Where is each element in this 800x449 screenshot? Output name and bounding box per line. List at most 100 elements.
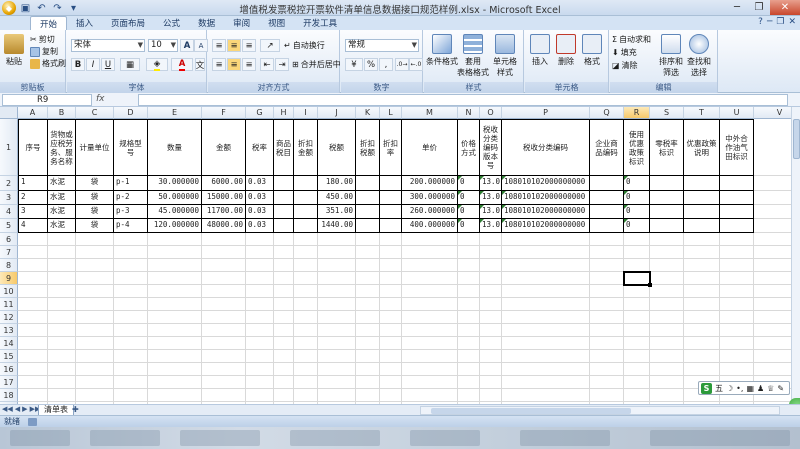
grid-cell[interactable] [114, 259, 148, 272]
column-header[interactable]: M [402, 107, 458, 119]
skin-icon[interactable]: ♕ [767, 384, 774, 393]
data-cell[interactable] [380, 191, 402, 205]
data-cell[interactable] [294, 219, 318, 233]
grid-cell[interactable] [502, 350, 590, 363]
data-cell[interactable]: 108010102000000000 [502, 219, 590, 233]
grid-cell[interactable] [114, 246, 148, 259]
grid-cell[interactable] [246, 324, 274, 337]
grid-cell[interactable] [274, 337, 294, 350]
orientation-button[interactable]: ↗ [260, 39, 280, 52]
grid-cell[interactable] [356, 376, 380, 389]
data-cell[interactable]: 13.0 [480, 205, 502, 219]
data-cell[interactable] [294, 176, 318, 191]
grid-cell[interactable] [590, 272, 624, 285]
data-cell[interactable] [274, 176, 294, 191]
data-cell[interactable]: 2 [18, 191, 48, 205]
italic-button[interactable]: I [86, 58, 100, 71]
grid-cell[interactable] [318, 285, 356, 298]
grid-cell[interactable] [202, 272, 246, 285]
data-cell[interactable]: 水泥 [48, 176, 76, 191]
column-title-cell[interactable]: 税收分类编码 [502, 119, 590, 176]
column-header[interactable]: K [356, 107, 380, 119]
grid-cell[interactable] [502, 337, 590, 350]
grid-cell[interactable] [274, 298, 294, 311]
data-cell[interactable]: 0 [458, 219, 480, 233]
delete-cells-button[interactable]: 删除 [554, 34, 578, 67]
data-cell[interactable]: 13.0 [480, 219, 502, 233]
grid-cell[interactable] [402, 376, 458, 389]
grid-cell[interactable] [246, 350, 274, 363]
column-title-cell[interactable]: 货物或应税劳务、服务名称 [48, 119, 76, 176]
grid-cell[interactable] [624, 337, 650, 350]
grid-cell[interactable] [274, 285, 294, 298]
grid-cell[interactable] [202, 350, 246, 363]
data-cell[interactable]: 0 [624, 191, 650, 205]
grid-cell[interactable] [754, 119, 791, 176]
grid-cell[interactable] [590, 298, 624, 311]
grid-cell[interactable] [480, 363, 502, 376]
data-cell[interactable]: 108010102000000000 [502, 205, 590, 219]
column-title-cell[interactable]: 税收分类编码版本号 [480, 119, 502, 176]
grid-cell[interactable] [202, 389, 246, 402]
tab-review[interactable]: 审阅 [224, 16, 259, 30]
grid-cell[interactable] [502, 246, 590, 259]
data-cell[interactable]: 108010102000000000 [502, 191, 590, 205]
data-cell[interactable] [684, 205, 720, 219]
data-cell[interactable]: 0.03 [246, 219, 274, 233]
row-header[interactable]: 10 [0, 285, 18, 298]
grid-cell[interactable] [590, 337, 624, 350]
grid-cell[interactable] [402, 337, 458, 350]
wrench-icon[interactable]: ✎ [777, 384, 784, 393]
grid-cell[interactable] [294, 350, 318, 363]
grid-cell[interactable] [380, 337, 402, 350]
grid-cell[interactable] [480, 285, 502, 298]
row-header[interactable]: 11 [0, 298, 18, 311]
data-cell[interactable]: 108010102000000000 [502, 176, 590, 191]
column-title-cell[interactable]: 优惠政策说明 [684, 119, 720, 176]
grid-cell[interactable] [624, 376, 650, 389]
grid-cell[interactable] [48, 259, 76, 272]
data-cell[interactable] [380, 176, 402, 191]
grid-cell[interactable] [246, 285, 274, 298]
copy-button[interactable]: 复制 [30, 46, 58, 57]
column-title-cell[interactable]: 折扣率 [380, 119, 402, 176]
grid-cell[interactable] [48, 246, 76, 259]
ime-mode[interactable]: 五 [715, 383, 723, 394]
punctuation-icon[interactable]: •, [736, 384, 743, 393]
grid-cell[interactable] [246, 337, 274, 350]
data-cell[interactable]: 1440.00 [318, 219, 356, 233]
grid-cell[interactable] [502, 285, 590, 298]
grid-cell[interactable] [590, 246, 624, 259]
grid-cell[interactable] [148, 233, 202, 246]
column-title-cell[interactable]: 零税率标识 [650, 119, 684, 176]
grid-cell[interactable] [274, 363, 294, 376]
grid-cell[interactable] [650, 233, 684, 246]
data-cell[interactable]: 0 [458, 176, 480, 191]
grid-cell[interactable] [590, 350, 624, 363]
data-cell[interactable]: 0.03 [246, 191, 274, 205]
grid-cell[interactable] [246, 272, 274, 285]
data-cell[interactable]: 4 [18, 219, 48, 233]
grid-cell[interactable] [720, 298, 754, 311]
wrap-text-button[interactable]: ↵ 自动换行 [284, 40, 325, 51]
grid-cell[interactable] [18, 311, 48, 324]
close-icon[interactable]: ✕ [770, 0, 800, 15]
grid-cell[interactable] [76, 285, 114, 298]
grid-cell[interactable] [114, 233, 148, 246]
column-header[interactable]: H [274, 107, 294, 119]
grid-cell[interactable] [380, 389, 402, 402]
fill-handle[interactable] [648, 283, 652, 287]
font-size-select[interactable]: 10 ▼ [148, 39, 178, 52]
align-middle-button[interactable]: ≡ [227, 39, 241, 52]
grid-cell[interactable] [18, 389, 48, 402]
grid-cell[interactable] [48, 324, 76, 337]
data-cell[interactable] [590, 176, 624, 191]
vertical-scrollbar[interactable] [791, 107, 800, 404]
format-painter-button[interactable]: 格式刷 [30, 58, 66, 69]
row-header[interactable]: 1 [0, 119, 18, 176]
grid-cell[interactable] [684, 311, 720, 324]
data-cell[interactable]: 351.00 [318, 205, 356, 219]
grid-cell[interactable] [624, 233, 650, 246]
select-all-corner[interactable] [0, 107, 18, 119]
prev-sheet-icon[interactable]: ◀ [15, 405, 20, 413]
